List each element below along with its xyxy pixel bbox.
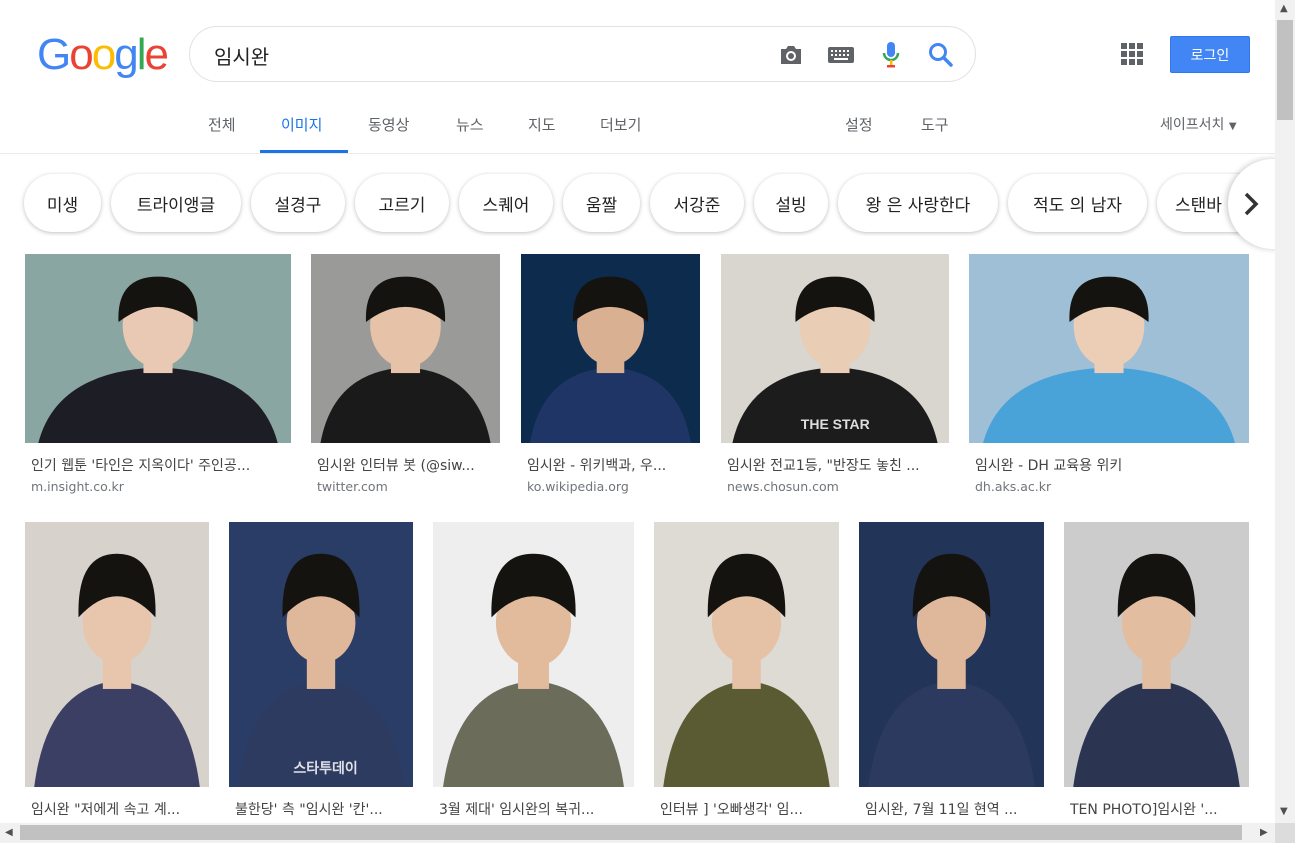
result-title[interactable]: 불한당' 측 "임시완 '칸'... [235,799,409,819]
chip[interactable]: 서강준 [650,174,744,232]
result-thumbnail[interactable]: 스타투데이 [229,522,413,787]
vertical-scrollbar[interactable]: ▲ ▼ [1275,0,1295,826]
safesearch-menu[interactable]: 세이프서치 ▼ [1160,114,1237,134]
chip[interactable]: 미생 [24,174,101,232]
image-result[interactable]: THE STAR 임시완 전교1등, "반장도 놓친 ... news.chosu… [721,254,949,499]
related-searches-bar: 미생 트라이앵글 설경구 고르기 스퀘어 움짤 서강준 설빙 왕 은 사랑한다 … [0,172,1275,236]
tab-images[interactable]: 이미지 [281,114,322,135]
chip[interactable]: 트라이앵글 [111,174,241,232]
svg-text:THE STAR: THE STAR [801,416,870,432]
result-thumbnail[interactable]: THE STAR [721,254,949,443]
apps-grid-icon[interactable] [1121,43,1143,65]
tab-more[interactable]: 더보기 [600,114,641,135]
result-thumbnail[interactable] [311,254,500,443]
image-result[interactable]: 임시완 "저에게 속고 계... [25,522,209,819]
horizontal-scrollbar[interactable]: ◀ ▶ [0,823,1275,843]
chip[interactable]: 설빙 [754,174,828,232]
microphone-icon[interactable] [877,41,905,69]
result-title[interactable]: 인터뷰 ] '오빠생각' 임... [660,799,835,819]
chip[interactable]: 움짤 [563,174,640,232]
result-title[interactable]: 임시완 "저에게 속고 계... [31,799,205,819]
result-title[interactable]: 임시완 전교1등, "반장도 놓친 ... [727,455,945,475]
tab-videos[interactable]: 동영상 [368,114,409,135]
tab-maps[interactable]: 지도 [528,114,556,135]
result-title[interactable]: 임시완 - 위키백과, 우... [527,455,696,475]
logo-letter: G [37,30,71,79]
logo-letter: e [144,30,169,79]
chip[interactable]: 고르기 [355,174,449,232]
result-source: ko.wikipedia.org [527,479,629,494]
tools-link[interactable]: 도구 [921,114,949,135]
image-result[interactable]: 임시완 인터뷰 봇 (@siw... twitter.com [311,254,500,499]
keyboard-icon[interactable] [827,41,855,69]
result-title[interactable]: 인기 웹툰 '타인은 지옥이다' 주인공... [31,455,287,475]
scroll-right-arrow[interactable]: ▶ [1260,827,1268,838]
scroll-up-arrow[interactable]: ▲ [1280,3,1288,14]
logo-letter: o [69,30,94,79]
result-title[interactable]: TEN PHOTO]임시완 '... [1070,799,1245,819]
scroll-left-arrow[interactable]: ◀ [5,827,13,838]
tab-news[interactable]: 뉴스 [456,114,484,135]
vertical-scroll-thumb[interactable] [1277,20,1293,120]
result-thumbnail[interactable] [433,522,634,787]
result-thumbnail[interactable] [1064,522,1249,787]
result-thumbnail[interactable] [654,522,839,787]
horizontal-scroll-thumb[interactable] [20,825,1242,840]
image-result[interactable]: 임시완 - 위키백과, 우... ko.wikipedia.org [521,254,700,499]
chip[interactable]: 스퀘어 [459,174,553,232]
chip[interactable]: 적도 의 남자 [1008,174,1147,232]
camera-icon[interactable] [777,41,805,69]
result-source: m.insight.co.kr [31,479,124,494]
image-result[interactable]: 임시완, 7월 11일 현역 ... [859,522,1044,819]
safesearch-label: 세이프서치 [1160,117,1225,133]
result-thumbnail[interactable] [859,522,1044,787]
logo-letter: o [91,30,117,79]
chip[interactable]: 왕 은 사랑한다 [838,174,998,232]
image-result[interactable]: TEN PHOTO]임시완 '... [1064,522,1249,819]
caret-down-icon: ▼ [1228,121,1237,132]
chip[interactable]: 설경구 [251,174,345,232]
result-thumbnail[interactable] [521,254,700,443]
scrollbar-corner [1275,823,1295,843]
google-logo[interactable]: Google [37,30,169,80]
result-source: news.chosun.com [727,479,839,494]
search-icon[interactable] [927,41,955,69]
result-source: dh.aks.ac.kr [975,479,1052,494]
scroll-down-arrow[interactable]: ▼ [1280,806,1288,817]
result-thumbnail[interactable] [25,254,291,443]
result-title[interactable]: 임시완 - DH 교육용 위키 [975,455,1245,475]
settings-link[interactable]: 설정 [845,114,873,135]
image-result[interactable]: 인터뷰 ] '오빠생각' 임... [654,522,839,819]
result-title[interactable]: 임시완, 7월 11일 현역 ... [865,799,1040,819]
image-result[interactable]: 인기 웹툰 '타인은 지옥이다' 주인공... m.insight.co.kr [25,254,291,499]
header-divider [0,153,1275,154]
result-source: twitter.com [317,479,388,494]
logo-letter: l [136,30,147,79]
image-result[interactable]: 3월 제대' 임시완의 복귀... [433,522,634,819]
login-button[interactable]: 로그인 [1170,36,1250,73]
chevron-right-icon [1244,192,1259,216]
image-result[interactable]: 임시완 - DH 교육용 위키 dh.aks.ac.kr [969,254,1249,499]
search-box[interactable]: 임시완 [189,26,976,82]
result-thumbnail[interactable] [25,522,209,787]
result-thumbnail[interactable] [969,254,1249,443]
search-input[interactable]: 임시완 [214,41,269,70]
image-result[interactable]: 스타투데이 불한당' 측 "임시완 '칸'... [229,522,413,819]
result-title[interactable]: 3월 제대' 임시완의 복귀... [439,799,630,819]
svg-text:스타투데이: 스타투데이 [293,760,357,776]
logo-letter: g [114,30,139,79]
result-title[interactable]: 임시완 인터뷰 봇 (@siw... [317,455,496,475]
tab-all[interactable]: 전체 [208,114,236,135]
